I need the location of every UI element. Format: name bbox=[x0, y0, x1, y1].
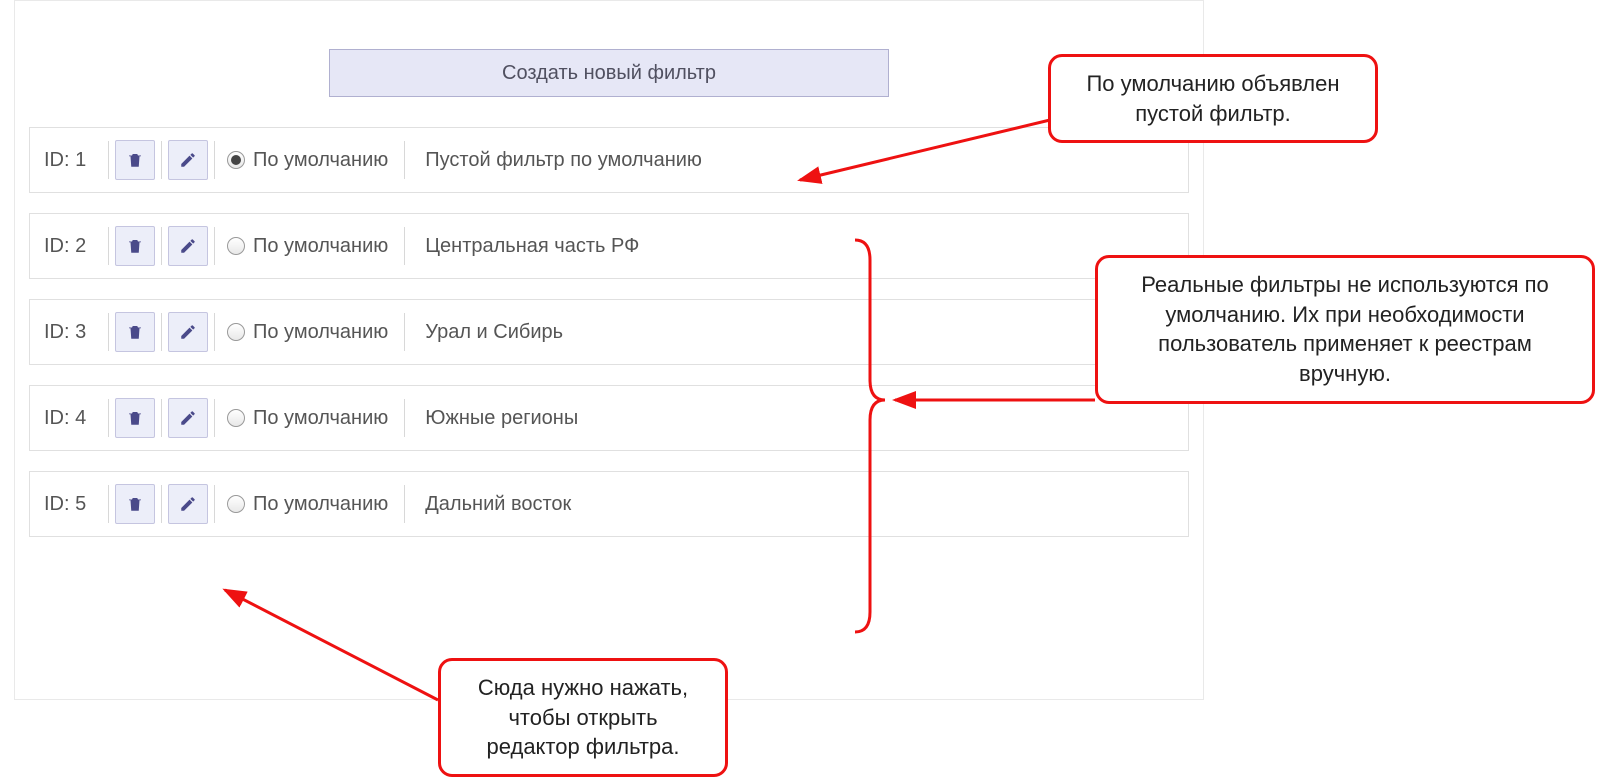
pencil-icon bbox=[179, 495, 197, 513]
default-radio[interactable] bbox=[227, 409, 245, 427]
filter-row: ID: 3 По умолчанию Урал и Сибирь bbox=[29, 299, 1189, 365]
create-filter-button[interactable]: Создать новый фильтр bbox=[329, 49, 889, 97]
trash-icon bbox=[126, 323, 144, 341]
filter-id: ID: 5 bbox=[40, 493, 102, 516]
delete-button[interactable] bbox=[115, 312, 155, 352]
filter-name: Пустой фильтр по умолчанию bbox=[411, 149, 702, 172]
default-label: По умолчанию bbox=[253, 493, 388, 516]
default-label: По умолчанию bbox=[253, 235, 388, 258]
filter-name: Урал и Сибирь bbox=[411, 321, 563, 344]
callout-default-empty: По умолчанию объявлен пустой фильтр. bbox=[1048, 54, 1378, 143]
filter-row: ID: 1 По умолчанию Пустой фильтр по умолча… bbox=[29, 127, 1189, 193]
pencil-icon bbox=[179, 409, 197, 427]
trash-icon bbox=[126, 151, 144, 169]
filter-id: ID: 1 bbox=[40, 149, 102, 172]
trash-icon bbox=[126, 495, 144, 513]
filters-panel: Создать новый фильтр ID: 1 По умолчанию Пу… bbox=[14, 0, 1204, 700]
delete-button[interactable] bbox=[115, 484, 155, 524]
pencil-icon bbox=[179, 323, 197, 341]
pencil-icon bbox=[179, 237, 197, 255]
default-radio[interactable] bbox=[227, 151, 245, 169]
filter-row: ID: 5 По умолчанию Дальний восток bbox=[29, 471, 1189, 537]
default-radio[interactable] bbox=[227, 323, 245, 341]
default-radio[interactable] bbox=[227, 237, 245, 255]
filter-row: ID: 2 По умолчанию Центральная часть РФ bbox=[29, 213, 1189, 279]
edit-button[interactable] bbox=[168, 226, 208, 266]
edit-button[interactable] bbox=[168, 398, 208, 438]
default-label: По умолчанию bbox=[253, 407, 388, 430]
callout-real-filters: Реальные фильтры не используются по умол… bbox=[1095, 255, 1595, 404]
filter-name: Дальний восток bbox=[411, 493, 571, 516]
delete-button[interactable] bbox=[115, 226, 155, 266]
delete-button[interactable] bbox=[115, 398, 155, 438]
pencil-icon bbox=[179, 151, 197, 169]
delete-button[interactable] bbox=[115, 140, 155, 180]
filter-row: ID: 4 По умолчанию Южные регионы bbox=[29, 385, 1189, 451]
callout-open-editor: Сюда нужно нажать, чтобы открыть редакто… bbox=[438, 658, 728, 777]
filter-id: ID: 2 bbox=[40, 235, 102, 258]
edit-button[interactable] bbox=[168, 312, 208, 352]
filter-id: ID: 4 bbox=[40, 407, 102, 430]
edit-button[interactable] bbox=[168, 484, 208, 524]
filter-name: Центральная часть РФ bbox=[411, 235, 639, 258]
default-label: По умолчанию bbox=[253, 149, 388, 172]
trash-icon bbox=[126, 237, 144, 255]
default-label: По умолчанию bbox=[253, 321, 388, 344]
filter-id: ID: 3 bbox=[40, 321, 102, 344]
trash-icon bbox=[126, 409, 144, 427]
filter-name: Южные регионы bbox=[411, 407, 578, 430]
edit-button[interactable] bbox=[168, 140, 208, 180]
default-radio[interactable] bbox=[227, 495, 245, 513]
